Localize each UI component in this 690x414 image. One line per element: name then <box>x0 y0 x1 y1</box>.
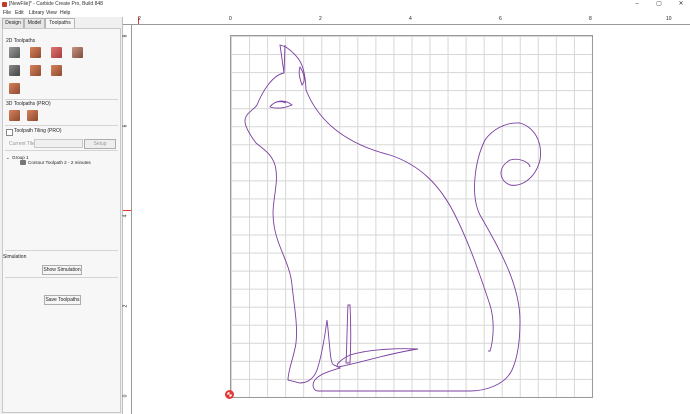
ruler-label: 6 <box>499 16 502 22</box>
left-panel: Design Model Toolpaths 2D Toolpaths 3D T… <box>0 17 123 414</box>
texture-toolpath-icon[interactable] <box>30 65 41 76</box>
divider <box>5 125 118 126</box>
vertical-ruler: 8 6 4 2 0 <box>122 25 132 414</box>
contour-toolpath-icon[interactable] <box>9 47 20 58</box>
minimize-button[interactable]: – <box>630 0 644 9</box>
origin-marker-icon <box>225 390 234 399</box>
toolpath-item-icon <box>20 160 26 165</box>
app-icon <box>2 2 7 7</box>
current-tile-select[interactable] <box>34 139 83 148</box>
tree-group-toggle[interactable]: ⌄ <box>6 155 10 161</box>
window-title: [NewFile]* - Carbide Create Pro, Build 8… <box>9 1 103 7</box>
pocket-toolpath-icon[interactable] <box>30 47 41 58</box>
ruler-cursor-marker <box>123 210 131 211</box>
close-button[interactable]: ✕ <box>674 0 688 9</box>
title-bar: [NewFile]* - Carbide Create Pro, Build 8… <box>0 0 690 9</box>
design-canvas[interactable]: 2 0 2 4 6 8 10 8 6 4 2 0 <box>122 16 690 414</box>
menu-help[interactable]: Help <box>60 10 70 16</box>
tiling-checkbox[interactable] <box>6 129 13 136</box>
chamfer-toolpath-icon[interactable] <box>51 65 62 76</box>
ruler-label: 4 <box>409 16 412 22</box>
setup-button[interactable]: Setup <box>84 139 116 149</box>
menu-library[interactable]: Library <box>29 10 44 16</box>
toolpaths-2d-heading: 2D Toolpaths <box>6 38 36 44</box>
divider <box>5 250 118 251</box>
toolpaths-panel: 2D Toolpaths 3D Toolpaths (PRO) Toolpath… <box>2 28 121 413</box>
drill-toolpath-icon[interactable] <box>51 47 62 58</box>
rough-3d-toolpath-icon[interactable] <box>9 110 20 121</box>
divider <box>5 277 118 278</box>
menu-file[interactable]: File <box>3 10 11 16</box>
save-toolpaths-button[interactable]: Save Toolpaths <box>44 295 81 305</box>
menu-edit[interactable]: Edit <box>15 10 24 16</box>
ruler-label: 0 <box>122 394 129 398</box>
divider <box>5 99 118 100</box>
ruler-label: 10 <box>666 16 672 22</box>
maximize-button[interactable]: ▢ <box>652 0 666 9</box>
show-simulation-button[interactable]: Show Simulation <box>42 265 82 275</box>
horizontal-ruler: 2 0 2 4 6 8 10 <box>123 16 690 25</box>
ruler-label: 6 <box>122 124 129 128</box>
current-tile-label: Current Tile <box>9 141 35 147</box>
toolpath-list-item[interactable]: Contour Toolpath 2 - 2 minutes <box>28 160 91 165</box>
ruler-label: 8 <box>589 16 592 22</box>
engrave-toolpath-icon[interactable] <box>9 83 20 94</box>
advanced-vcarve-icon[interactable] <box>9 65 20 76</box>
ruler-label: 0 <box>229 16 232 22</box>
finish-3d-toolpath-icon[interactable] <box>27 110 38 121</box>
vcarve-toolpath-icon[interactable] <box>72 47 83 58</box>
cat-outline-vector[interactable] <box>230 35 592 397</box>
ruler-label: 4 <box>122 214 129 218</box>
ruler-label: 2 <box>122 304 129 308</box>
simulation-heading: Simulation <box>3 254 27 260</box>
divider <box>5 150 118 151</box>
ruler-label: 2 <box>319 16 322 22</box>
ruler-label: 2 <box>138 16 141 22</box>
menu-view[interactable]: View <box>46 10 57 16</box>
tiling-label: Toolpath Tiling (PRO) <box>14 128 62 134</box>
ruler-label: 8 <box>122 34 129 38</box>
menu-bar: File Edit Library View Help <box>0 9 690 17</box>
toolpaths-3d-heading: 3D Toolpaths (PRO) <box>6 101 51 107</box>
